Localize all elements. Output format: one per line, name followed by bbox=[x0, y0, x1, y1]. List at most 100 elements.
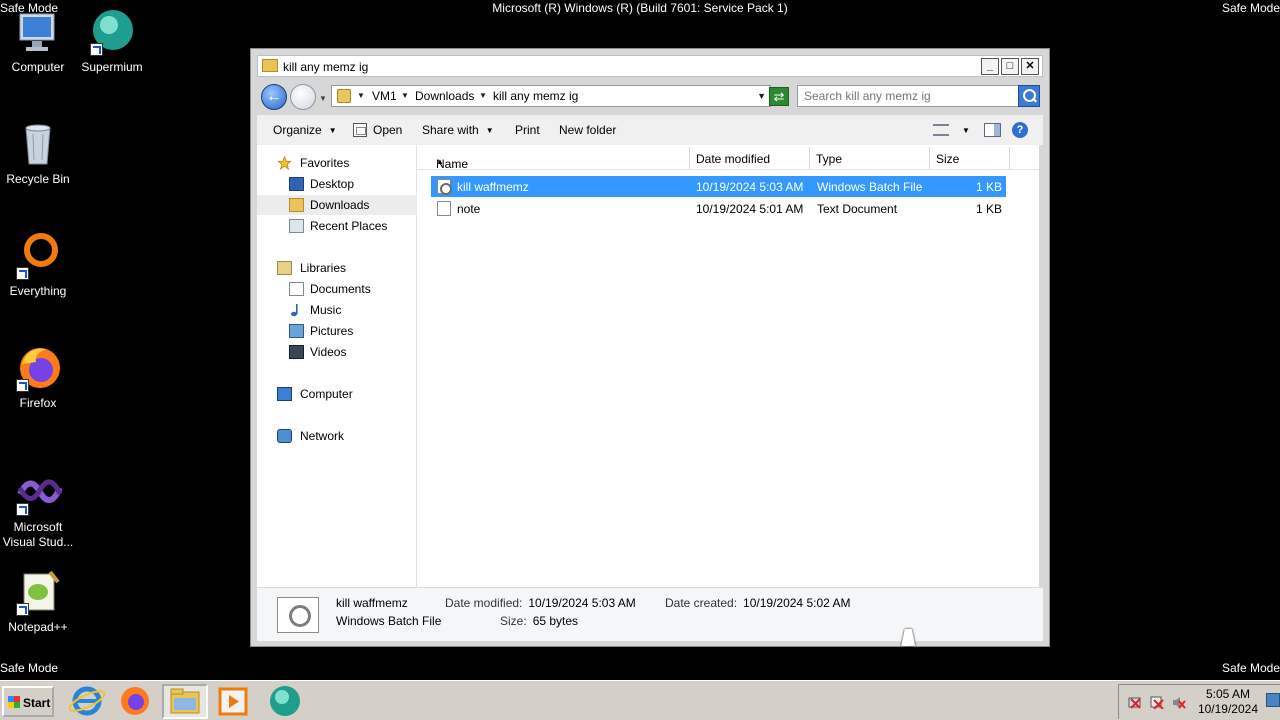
nav-item-label: Favorites bbox=[300, 156, 350, 170]
nav-item-network[interactable]: Network bbox=[257, 426, 417, 446]
search-icon[interactable] bbox=[1018, 85, 1040, 107]
nav-item-music[interactable]: Music bbox=[257, 300, 417, 320]
maximize-button[interactable]: □ bbox=[1001, 58, 1019, 75]
title-bar[interactable]: kill any memz ig _ □ ✕ bbox=[257, 55, 1043, 77]
start-button[interactable]: Start bbox=[2, 686, 54, 717]
network-warning-icon[interactable] bbox=[1128, 696, 1142, 709]
folder-icon bbox=[262, 59, 278, 72]
batch-file-icon bbox=[437, 179, 452, 195]
desktop-icon-firefox[interactable]: Firefox bbox=[0, 344, 76, 411]
desktop-icon-recycle-bin[interactable]: Recycle Bin bbox=[0, 120, 76, 187]
preview-pane-icon[interactable] bbox=[984, 123, 1001, 137]
open-icon bbox=[353, 123, 367, 137]
media-player-icon bbox=[218, 687, 248, 716]
desktop-icon-visual-studio[interactable]: Microsoft Visual Stud... bbox=[0, 468, 76, 550]
breadcrumb-vm1[interactable]: VM1 bbox=[372, 89, 397, 103]
action-center-warning-icon[interactable] bbox=[1150, 696, 1164, 710]
column-header-size[interactable]: Size bbox=[930, 147, 1010, 169]
share-with-button[interactable]: Share with ▼ bbox=[422, 123, 494, 137]
window-title: kill any memz ig bbox=[283, 60, 369, 74]
back-arrow-icon: ← bbox=[266, 88, 282, 105]
recycle-bin-icon bbox=[14, 120, 62, 168]
nav-item-favorites[interactable]: Favorites bbox=[257, 153, 417, 173]
breadcrumb-downloads[interactable]: Downloads bbox=[415, 89, 474, 103]
address-bar[interactable]: ▼ VM1 ▼ Downloads ▼ kill any memz ig ▼ bbox=[331, 85, 771, 107]
close-button[interactable]: ✕ bbox=[1021, 58, 1039, 75]
column-header-name[interactable]: Name ▲ bbox=[424, 147, 690, 171]
nav-item-documents[interactable]: Documents bbox=[257, 279, 417, 299]
start-label: Start bbox=[23, 696, 51, 710]
details-file-name: kill waffmemz bbox=[336, 596, 408, 610]
file-name: note bbox=[457, 202, 481, 216]
column-label: Size bbox=[936, 152, 960, 166]
nav-item-label: Network bbox=[300, 429, 345, 443]
firefox-icon bbox=[14, 344, 62, 392]
column-header-date-modified[interactable]: Date modified bbox=[690, 147, 810, 169]
desktop-icon-label: Recycle Bin bbox=[6, 172, 70, 186]
nav-item-label: Computer bbox=[300, 387, 353, 401]
file-row[interactable]: kill waffmemz 10/19/2024 5:03 AM Windows… bbox=[431, 176, 1006, 197]
nav-item-downloads[interactable]: Downloads bbox=[257, 195, 417, 215]
taskbar-internet-explorer[interactable] bbox=[64, 684, 110, 719]
taskbar-explorer[interactable] bbox=[162, 684, 208, 719]
refresh-button[interactable]: ⇄ bbox=[769, 87, 789, 106]
taskbar-media-player[interactable] bbox=[210, 684, 256, 719]
file-row[interactable]: note 10/19/2024 5:01 AM Text Document 1 … bbox=[431, 198, 1006, 219]
minimize-button[interactable]: _ bbox=[981, 58, 999, 75]
system-clock[interactable]: 5:05 AM 10/19/2024 bbox=[1198, 687, 1258, 717]
organize-button[interactable]: Organize ▼ bbox=[273, 123, 337, 137]
nav-item-recent-places[interactable]: Recent Places bbox=[257, 216, 417, 236]
desktop-icon-label: Firefox bbox=[19, 396, 57, 410]
forward-button[interactable] bbox=[290, 84, 316, 110]
desktop-icon-computer[interactable]: Computer bbox=[0, 8, 76, 75]
show-desktop-button[interactable] bbox=[1266, 693, 1280, 707]
recent-places-icon bbox=[289, 219, 304, 233]
desktop-icon-everything[interactable]: Everything bbox=[0, 232, 76, 299]
address-dropdown-icon[interactable]: ▼ bbox=[757, 91, 766, 101]
taskbar-supermium[interactable] bbox=[262, 684, 308, 719]
star-icon bbox=[277, 156, 292, 170]
header-divider bbox=[417, 169, 1039, 170]
view-dropdown-icon[interactable]: ▼ bbox=[962, 126, 970, 135]
desktop-icon-label: Computer bbox=[11, 60, 65, 74]
volume-muted-icon[interactable] bbox=[1172, 696, 1186, 709]
taskbar-firefox[interactable] bbox=[112, 684, 158, 719]
breadcrumb-arrow-icon[interactable]: ▼ bbox=[479, 91, 487, 100]
help-icon[interactable]: ? bbox=[1012, 122, 1028, 138]
back-button[interactable]: ← bbox=[261, 84, 287, 110]
nav-item-desktop[interactable]: Desktop bbox=[257, 174, 417, 194]
supermium-icon bbox=[88, 8, 136, 56]
breadcrumb-current-folder[interactable]: kill any memz ig bbox=[493, 89, 578, 103]
clock-time: 5:05 AM bbox=[1205, 687, 1250, 701]
nav-item-libraries[interactable]: Libraries bbox=[257, 258, 417, 278]
safe-mode-label-top-right: Safe Mode bbox=[1221, 1, 1280, 15]
nav-item-pictures[interactable]: Pictures bbox=[257, 321, 417, 341]
organize-label: Organize bbox=[273, 123, 322, 137]
column-header-type[interactable]: Type bbox=[810, 147, 930, 169]
new-folder-button[interactable]: New folder bbox=[559, 123, 616, 137]
notepad-plus-plus-icon bbox=[14, 568, 62, 616]
search-box[interactable] bbox=[797, 85, 1040, 107]
details-label: Date modified: bbox=[445, 596, 523, 610]
open-button[interactable]: Open bbox=[353, 123, 402, 137]
breadcrumb-arrow-icon[interactable]: ▼ bbox=[357, 91, 365, 100]
shortcut-arrow-icon bbox=[16, 379, 29, 392]
change-view-icon[interactable] bbox=[933, 124, 949, 136]
nav-item-videos[interactable]: Videos bbox=[257, 342, 417, 362]
desktop-icon-supermium[interactable]: Supermium bbox=[74, 8, 150, 75]
nav-item-computer[interactable]: Computer bbox=[257, 384, 417, 404]
nav-item-label: Videos bbox=[310, 345, 347, 359]
supermium-icon bbox=[270, 686, 300, 716]
desktop-icon-notepad-plus-plus[interactable]: Notepad++ bbox=[0, 568, 76, 635]
file-size: 1 KB bbox=[975, 180, 1002, 194]
refresh-icon: ⇄ bbox=[773, 89, 785, 104]
build-info: Microsoft (R) Windows (R) (Build 7601: S… bbox=[492, 1, 788, 15]
print-button[interactable]: Print bbox=[515, 123, 540, 137]
chevron-down-icon: ▼ bbox=[328, 126, 337, 135]
breadcrumb-arrow-icon[interactable]: ▼ bbox=[401, 91, 409, 100]
search-input[interactable] bbox=[804, 89, 1014, 103]
column-label: Date modified bbox=[696, 152, 771, 166]
nav-item-label: Libraries bbox=[300, 261, 347, 275]
recent-pages-dropdown[interactable]: ▼ bbox=[319, 94, 327, 103]
text-document-icon bbox=[437, 201, 451, 216]
